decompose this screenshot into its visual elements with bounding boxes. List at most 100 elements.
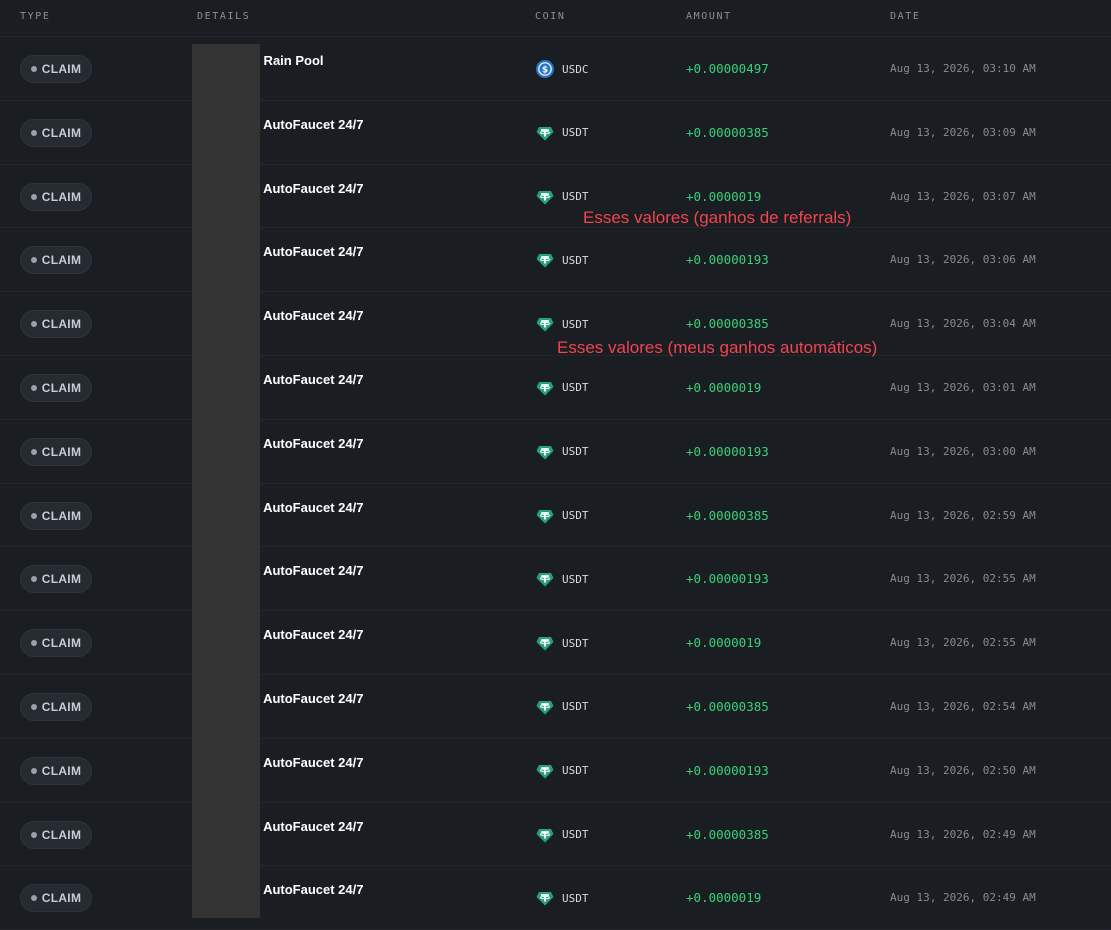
- amount-value: +0.00000385: [686, 316, 769, 332]
- table-row[interactable]: CLAIMn AutoFaucet 24/78USDT+0.0000019Aug…: [0, 165, 1111, 229]
- usdt-icon: [536, 251, 554, 269]
- coin-cell: USDT: [536, 124, 589, 142]
- amount-value: +0.00000385: [686, 698, 769, 714]
- table-row[interactable]: CLAIMn AutoFaucet 24/73USDT+0.00000193Au…: [0, 228, 1111, 293]
- coin-cell: USDT: [536, 570, 589, 588]
- coin-cell: USDT: [536, 507, 589, 525]
- usdt-icon: [536, 570, 554, 588]
- type-badge: CLAIM: [20, 565, 92, 594]
- usdt-icon: [536, 188, 554, 206]
- date-value: Aug 13, 2026, 03:07 AM: [890, 189, 1036, 203]
- type-badge: CLAIM: [20, 692, 92, 721]
- amount-value: +0.00000385: [686, 826, 769, 842]
- amount-value: +0.00000193: [686, 762, 769, 778]
- detail-title: n AutoFaucet 24/7: [252, 308, 364, 324]
- status-dot-icon: [30, 448, 37, 455]
- date-value: Aug 13, 2026, 02:55 AM: [890, 572, 1036, 586]
- type-badge: CLAIM: [20, 310, 92, 339]
- status-dot-icon: [30, 640, 37, 647]
- coin-label: USDT: [562, 509, 589, 523]
- type-label: CLAIM: [41, 62, 82, 76]
- table-row[interactable]: CLAIMn AutoFaucet 24/71USDT+0.00000385Au…: [0, 675, 1111, 739]
- detail-title: n AutoFaucet 24/7: [252, 371, 364, 387]
- amount-value: +0.00000193: [686, 252, 769, 268]
- table-row[interactable]: CLAIMn AutoFaucet 24/75USDT+0.00000385Au…: [0, 803, 1111, 867]
- table-row[interactable]: CLAIMn AutoFaucet 24/78USDT+0.0000019Aug…: [0, 611, 1111, 675]
- coin-label: USDT: [562, 126, 589, 140]
- status-dot-icon: [30, 512, 37, 519]
- coin-label: USDT: [562, 253, 589, 267]
- date-value: Aug 13, 2026, 02:49 AM: [890, 827, 1036, 841]
- type-label: CLAIM: [41, 380, 82, 395]
- status-dot-icon: [30, 129, 37, 136]
- date-value: Aug 13, 2026, 03:06 AM: [890, 253, 1036, 267]
- table-row[interactable]: CLAIMn Rain Pool3$USDC+0.00000497Aug 13,…: [0, 37, 1111, 101]
- coin-label: USDT: [562, 636, 589, 650]
- table-row[interactable]: CLAIMn AutoFaucet 24/71USDT+0.00000385Au…: [0, 292, 1111, 356]
- usdt-icon: [536, 889, 554, 907]
- usdt-icon: [536, 379, 554, 397]
- status-dot-icon: [30, 257, 37, 264]
- column-header-amount: AMOUNT: [686, 11, 732, 22]
- usdt-icon: [536, 634, 554, 652]
- type-label: CLAIM: [41, 572, 82, 587]
- table-row[interactable]: CLAIMn AutoFaucet 24/70USDT+0.0000019Aug…: [0, 866, 1111, 930]
- coin-label: USDT: [562, 700, 589, 714]
- coin-cell: USDT: [536, 188, 589, 206]
- detail-title: n AutoFaucet 24/7: [252, 563, 364, 579]
- date-value: Aug 13, 2026, 03:00 AM: [890, 444, 1036, 458]
- amount-value: +0.00000193: [686, 443, 769, 459]
- detail-title: n AutoFaucet 24/7: [252, 499, 364, 515]
- coin-label: USDT: [562, 445, 589, 459]
- status-dot-icon: [30, 66, 37, 72]
- usdt-icon: [536, 443, 554, 461]
- table-row[interactable]: CLAIMn AutoFaucet 24/79USDT+0.0000019Aug…: [0, 356, 1111, 420]
- date-value: Aug 13, 2026, 03:01 AM: [890, 380, 1036, 394]
- date-value: Aug 13, 2026, 02:54 AM: [890, 699, 1036, 713]
- detail-title: n AutoFaucet 24/7: [252, 882, 364, 898]
- detail-title: n AutoFaucet 24/7: [252, 627, 364, 643]
- status-dot-icon: [30, 576, 37, 583]
- type-badge: CLAIM: [20, 55, 92, 83]
- type-badge: CLAIM: [20, 756, 92, 785]
- usdt-icon: [536, 124, 554, 142]
- column-header-details: DETAILS: [197, 11, 251, 22]
- type-badge: CLAIM: [20, 373, 92, 402]
- usdt-icon: [536, 762, 554, 780]
- date-value: Aug 13, 2026, 02:50 AM: [890, 763, 1036, 777]
- table-row[interactable]: CLAIMn AutoFaucet 24/74USDT+0.00000193Au…: [0, 420, 1111, 484]
- coin-cell: USDT: [536, 443, 589, 461]
- coin-cell: USDT: [536, 889, 589, 907]
- coin-cell: $ USDC: [536, 60, 589, 78]
- type-label: CLAIM: [41, 189, 82, 204]
- amount-value: +0.00000497: [686, 61, 769, 76]
- status-dot-icon: [30, 767, 37, 774]
- annotation-automatic: Esses valores (meus ganhos automáticos): [557, 338, 878, 357]
- table-row[interactable]: CLAIMn AutoFaucet 24/75USDT+0.00000193Au…: [0, 739, 1111, 803]
- amount-value: +0.0000019: [686, 188, 762, 204]
- coin-label: USDT: [562, 190, 589, 204]
- detail-title: n AutoFaucet 24/7: [252, 435, 364, 451]
- coin-label: USDT: [562, 572, 589, 586]
- table-row[interactable]: CLAIMn AutoFaucet 24/74USDT+0.00000385Au…: [0, 101, 1111, 165]
- coin-cell: USDT: [536, 698, 589, 716]
- amount-value: +0.00000193: [686, 571, 769, 587]
- type-label: CLAIM: [41, 763, 82, 778]
- amount-value: +0.00000385: [686, 124, 769, 140]
- coin-label: USDC: [562, 62, 589, 76]
- table-row[interactable]: CLAIMn AutoFaucet 24/75USDT+0.00000193Au…: [0, 547, 1111, 612]
- coin-label: USDT: [562, 764, 589, 778]
- status-dot-icon: [30, 384, 37, 391]
- date-value: Aug 13, 2026, 02:49 AM: [890, 891, 1036, 905]
- date-value: Aug 13, 2026, 03:10 AM: [890, 62, 1036, 75]
- usdc-icon: $: [536, 60, 554, 78]
- status-dot-icon: [30, 321, 37, 328]
- amount-value: +0.0000019: [686, 890, 762, 906]
- transactions-table-body: CLAIMn Rain Pool3$USDC+0.00000497Aug 13,…: [0, 37, 1111, 930]
- type-badge: CLAIM: [20, 246, 92, 275]
- table-row[interactable]: CLAIMn AutoFaucet 24/72USDT+0.00000385Au…: [0, 484, 1111, 548]
- usdt-icon: [536, 826, 554, 844]
- annotation-referrals: Esses valores (ganhos de referrals): [583, 208, 852, 227]
- column-header-date: DATE: [890, 11, 921, 22]
- status-dot-icon: [30, 703, 37, 710]
